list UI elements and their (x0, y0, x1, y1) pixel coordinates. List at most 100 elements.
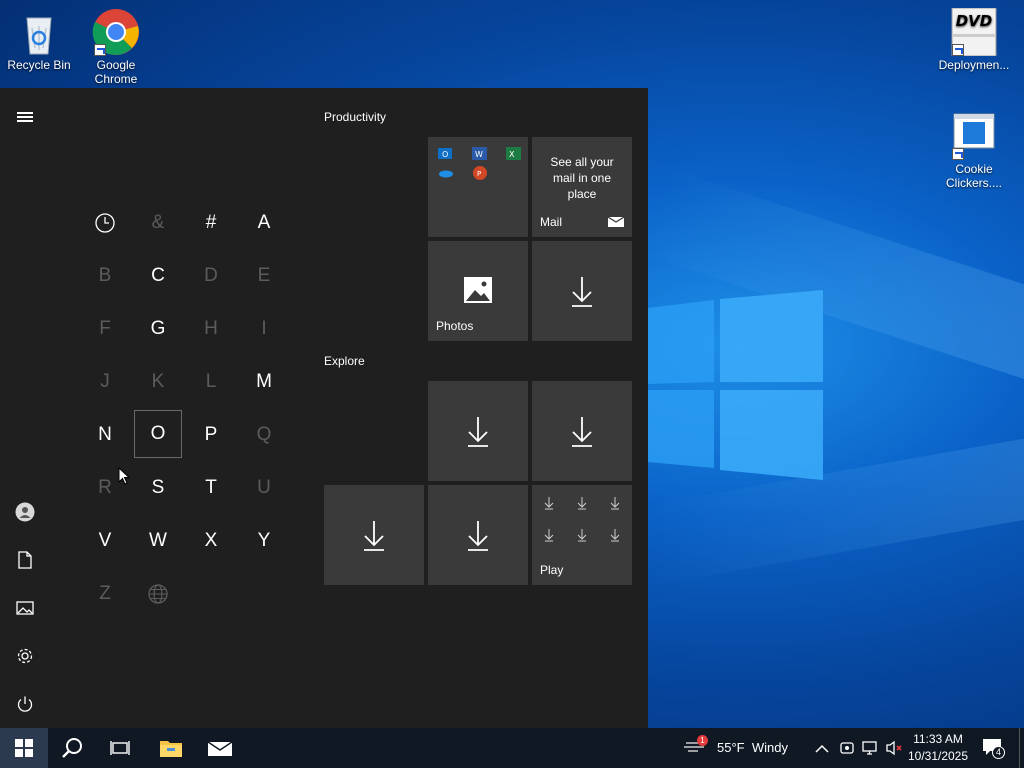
jump-recent-clock-icon[interactable] (81, 199, 129, 247)
jump-letter: H (204, 318, 218, 339)
action-center-button[interactable]: 4 (982, 738, 1008, 760)
desktop-icon-label: Google Chrome (94, 58, 138, 86)
notification-count-badge: 4 (992, 746, 1005, 759)
show-desktop-divider[interactable] (1019, 728, 1020, 768)
jump-letter: F (99, 318, 111, 339)
svg-text:P: P (477, 170, 481, 178)
jump-letter: B (98, 265, 112, 286)
svg-text:X: X (509, 150, 515, 159)
jump-letter: & (151, 212, 165, 233)
network-icon[interactable] (862, 740, 880, 761)
jump-letter[interactable]: W (134, 517, 182, 565)
meet-now-icon[interactable] (839, 740, 855, 761)
web-shortcut-icon (950, 112, 998, 160)
jump-letter-selected[interactable]: O (134, 410, 182, 458)
recycle-bin-icon (15, 8, 63, 56)
download-arrow-icon (572, 417, 592, 447)
photos-tile-label: Photos (436, 319, 474, 333)
recycle-bin-desktop-icon[interactable]: Recycle Bin (1, 8, 77, 72)
windows-logo-icon (15, 739, 33, 757)
search-button[interactable] (48, 728, 96, 768)
desktop-icon-label: Recycle Bin (7, 58, 71, 72)
weather-alert-badge: 1 (697, 735, 708, 746)
group-title-explore[interactable]: Explore (324, 354, 365, 368)
pictures-icon[interactable] (12, 595, 38, 621)
play-folder-tile[interactable]: Play (532, 485, 632, 585)
task-view-icon (110, 741, 130, 755)
mail-envelope-icon (608, 216, 624, 227)
weather-text[interactable]: 55°F Windy (717, 740, 788, 755)
download-arrow-icon (364, 521, 384, 551)
taskbar-clock[interactable]: 11:33 AM 10/31/2025 (900, 731, 976, 765)
download-arrow-icon (468, 417, 488, 447)
hamburger-menu-icon[interactable] (12, 104, 38, 130)
chrome-icon (92, 8, 140, 56)
jump-letter: D (204, 265, 218, 286)
documents-icon[interactable] (12, 547, 38, 573)
powerpoint-icon: P (473, 166, 487, 180)
jump-letter[interactable]: S (134, 464, 182, 512)
jump-letter: J (100, 371, 110, 392)
download-arrow-icon (468, 521, 488, 551)
svg-text:DVD: DVD (956, 12, 993, 30)
download-placeholder-tile[interactable] (532, 381, 632, 481)
photos-tile[interactable]: Photos (428, 241, 528, 341)
mail-icon (208, 741, 232, 756)
jump-letter[interactable]: # (187, 199, 235, 247)
start-menu: & # A B C D E F G H I J K L M N O P Q R … (0, 88, 648, 728)
jump-letter[interactable]: C (134, 252, 182, 300)
jump-letter[interactable]: X (187, 517, 235, 565)
settings-gear-icon[interactable] (12, 643, 38, 669)
dvd-drive-icon: DVD (950, 7, 998, 57)
file-explorer-button[interactable] (147, 728, 195, 768)
jump-letter[interactable]: V (81, 517, 129, 565)
play-folder-download-icons (544, 497, 620, 542)
mail-tile-label: Mail (540, 215, 563, 229)
jump-letter[interactable]: G (134, 305, 182, 353)
mail-taskbar-button[interactable] (196, 728, 244, 768)
start-button[interactable] (0, 728, 48, 768)
clock-date: 10/31/2025 (907, 749, 969, 763)
clock-time: 11:33 AM (913, 732, 963, 746)
jump-letter: I (261, 318, 267, 339)
download-placeholder-tile[interactable] (324, 485, 424, 585)
cookie-clickers-desktop-icon[interactable]: Cookie Clickers.... (936, 112, 1012, 190)
jump-other-globe-icon (134, 570, 182, 618)
power-icon[interactable] (12, 691, 38, 717)
jump-letter[interactable]: P (187, 411, 235, 459)
weather-widget-icon[interactable]: 1 (684, 735, 710, 758)
desktop-icon-label: Cookie Clickers.... (945, 162, 1002, 190)
alphabet-jump-list: & # A B C D E F G H I J K L M N O P Q R … (78, 196, 290, 616)
jump-letter: U (257, 477, 271, 498)
jump-letter: E (257, 265, 271, 286)
jump-letter[interactable]: T (187, 464, 235, 512)
excel-icon: X (506, 147, 521, 160)
task-view-button[interactable] (96, 728, 144, 768)
taskbar: 1 55°F Windy 11:33 AM 10/31/2025 4 (0, 728, 1024, 768)
photos-icon (464, 277, 492, 303)
mail-tile-text: See all your mail in one place (550, 155, 614, 201)
google-chrome-desktop-icon[interactable]: Google Chrome (78, 8, 154, 86)
user-account-icon[interactable] (12, 499, 38, 525)
start-menu-rail (0, 88, 48, 728)
jump-letter[interactable]: N (81, 411, 129, 459)
play-folder-label: Play (540, 563, 564, 577)
group-title-productivity[interactable]: Productivity (324, 110, 386, 124)
deployment-desktop-icon[interactable]: DVD Deploymen... (936, 7, 1012, 72)
jump-letter[interactable]: Y (240, 517, 288, 565)
search-icon (62, 738, 82, 758)
jump-letter: L (205, 371, 217, 392)
show-hidden-icons-chevron-icon[interactable] (815, 741, 829, 759)
windows-wallpaper-logo (648, 290, 823, 480)
office-apps-tile[interactable]: O W X P (428, 137, 528, 237)
jump-letter[interactable]: M (240, 358, 288, 406)
download-placeholder-tile[interactable] (428, 485, 528, 585)
onedrive-icon (439, 170, 453, 178)
download-placeholder-tile[interactable] (428, 381, 528, 481)
jump-letter[interactable]: A (240, 199, 288, 247)
outlook-icon: O (438, 148, 452, 159)
download-placeholder-tile[interactable] (532, 241, 632, 341)
mail-tile[interactable]: See all your mail in one place Mail (532, 137, 632, 237)
shortcut-arrow-icon (952, 44, 964, 56)
desktop-icon-label: Deploymen... (938, 58, 1010, 72)
